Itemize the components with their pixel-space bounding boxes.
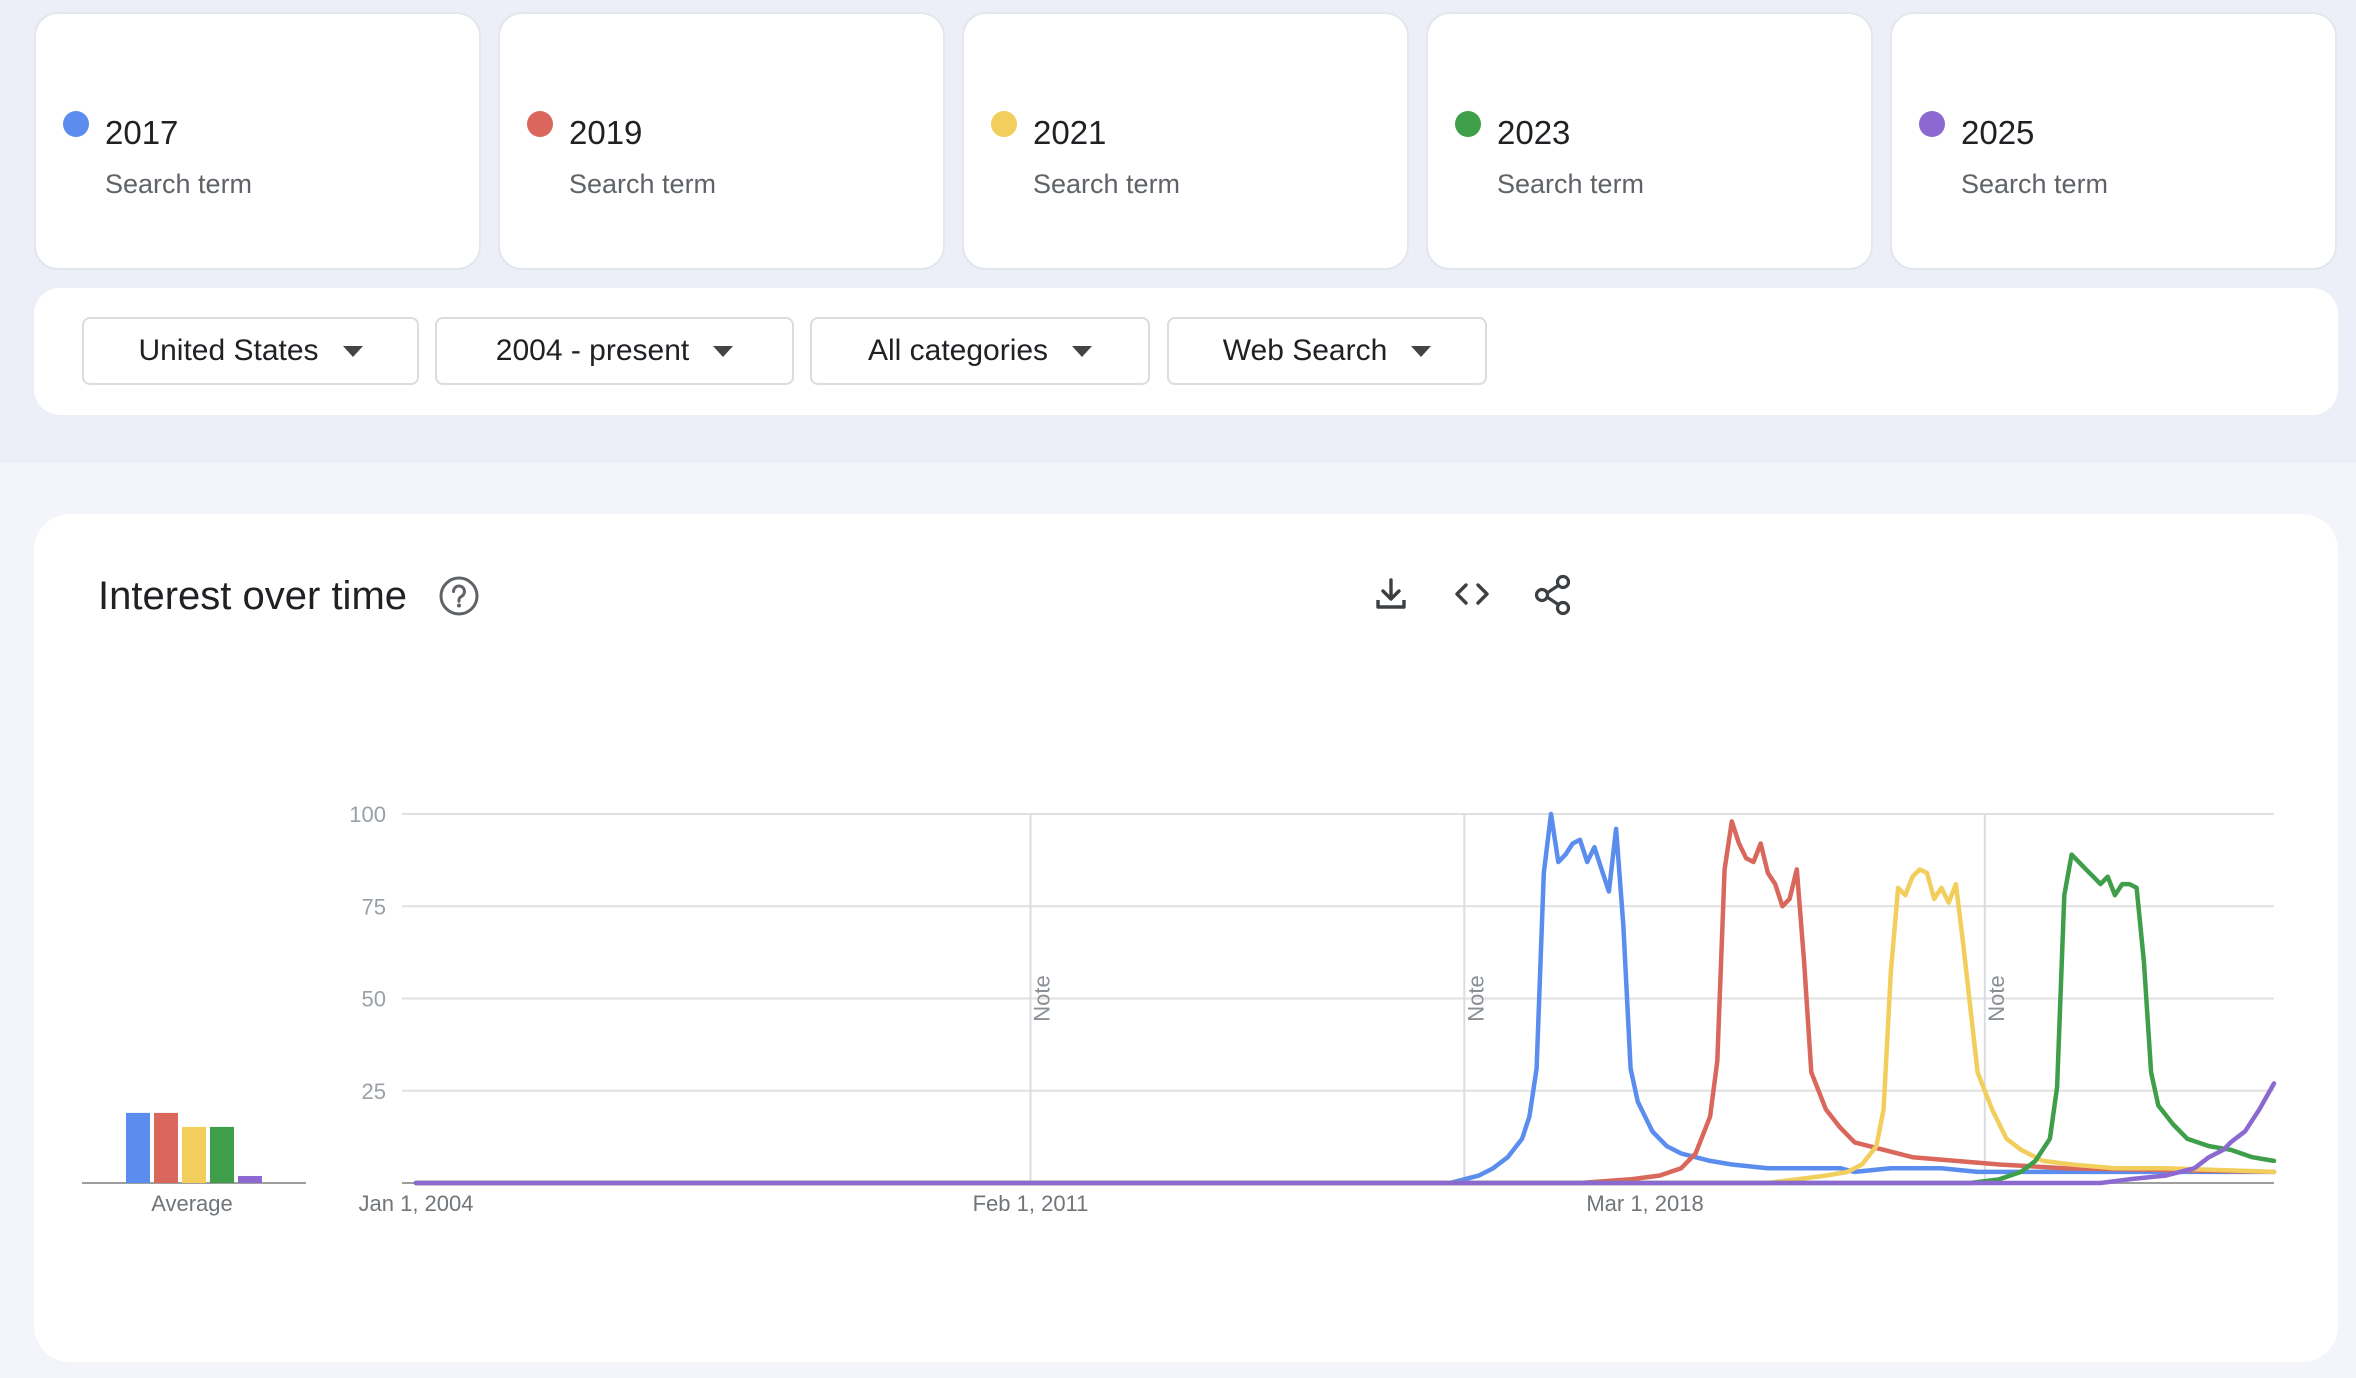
term-name: 2017 <box>105 114 179 151</box>
filter-bar: United States 2004 - present All categor… <box>34 288 2338 415</box>
search-type-dropdown-label: Web Search <box>1222 334 1388 367</box>
chart-gridlines: 100 75 50 25 Note Note Note <box>349 802 2274 1184</box>
term-color-dot <box>991 111 1017 137</box>
category-dropdown[interactable]: All categories <box>810 317 1150 385</box>
average-bar-2023 <box>210 1126 234 1183</box>
y-tick-label: 100 <box>349 802 386 827</box>
x-tick-label: Feb 1, 2011 <box>973 1191 1089 1216</box>
term-card-2023[interactable]: 2023 Search term <box>1426 12 1873 270</box>
term-subtitle: Search term <box>569 169 717 199</box>
average-label: Average <box>151 1191 233 1216</box>
y-tick-label: 50 <box>362 987 386 1012</box>
note-label: Note <box>1984 975 2009 1021</box>
y-tick-label: 25 <box>362 1079 386 1104</box>
term-color-dot <box>527 111 553 137</box>
average-bar-2017 <box>126 1112 150 1183</box>
interest-over-time-panel: Interest over time Average 100 75 50 25 Note… <box>34 514 2338 1362</box>
note-label: Note <box>1463 975 1488 1021</box>
y-tick-label: 75 <box>362 894 386 919</box>
average-bar-2025 <box>238 1175 262 1183</box>
term-card-2019[interactable]: 2019 Search term <box>498 12 945 270</box>
term-name: 2019 <box>569 114 643 151</box>
term-subtitle: Search term <box>105 169 253 199</box>
dropdown-arrow-icon <box>713 345 734 357</box>
term-name: 2025 <box>1961 114 2035 151</box>
term-color-dot <box>1455 111 1481 137</box>
term-subtitle: Search term <box>1033 169 1181 199</box>
time-range-dropdown-label: 2004 - present <box>495 334 690 367</box>
interest-over-time-chart: Average 100 75 50 25 Note Note Note Jan 1, 200… <box>82 802 2277 1216</box>
series-line-2025 <box>413 1081 2277 1186</box>
term-card-2017[interactable]: 2017 Search term <box>34 12 481 270</box>
search-terms-row: 2017 Search term 2019 Search term 2021 S… <box>34 12 2338 272</box>
average-chart: Average <box>82 1112 306 1216</box>
dropdown-arrow-icon <box>1072 345 1093 357</box>
x-axis-ticks: Jan 1, 2004 Feb 1, 2011 Mar 1, 2018 <box>359 1191 1704 1216</box>
dropdown-arrow-icon <box>342 345 363 357</box>
search-type-dropdown[interactable]: Web Search <box>1167 317 1487 385</box>
average-bar-2021 <box>182 1126 206 1183</box>
term-card-2021[interactable]: 2021 Search term <box>962 12 1409 270</box>
term-name: 2023 <box>1497 114 1571 151</box>
time-range-dropdown[interactable]: 2004 - present <box>435 317 794 385</box>
term-color-dot <box>1919 111 1945 137</box>
region-dropdown[interactable]: United States <box>82 317 419 385</box>
term-subtitle: Search term <box>1961 169 2109 199</box>
average-bar-2019 <box>154 1112 178 1183</box>
term-card-2025[interactable]: 2025 Search term <box>1890 12 2337 270</box>
x-tick-label: Mar 1, 2018 <box>1586 1191 1703 1216</box>
note-label: Note <box>1030 975 1055 1021</box>
term-subtitle: Search term <box>1497 169 1645 199</box>
category-dropdown-label: All categories <box>867 334 1049 367</box>
term-color-dot <box>63 111 89 137</box>
x-tick-label: Jan 1, 2004 <box>359 1191 474 1216</box>
term-name: 2021 <box>1033 114 1107 151</box>
series-line-2021 <box>413 867 2277 1186</box>
region-dropdown-label: United States <box>138 334 319 367</box>
dropdown-arrow-icon <box>1411 345 1432 357</box>
